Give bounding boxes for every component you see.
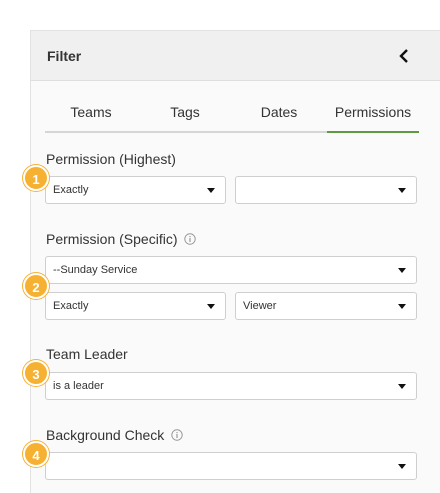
panel-header: Filter — [31, 31, 440, 81]
page-background — [0, 0, 30, 493]
step-badge-3: 3 — [23, 360, 49, 386]
select-value: --Sunday Service — [53, 264, 138, 276]
info-icon[interactable] — [184, 233, 197, 245]
caret-down-icon — [398, 304, 406, 309]
permission-specific-team-select[interactable]: --Sunday Service — [45, 256, 417, 284]
background-check-select[interactable] — [45, 452, 417, 480]
tab-permissions[interactable]: Permissions — [327, 101, 419, 133]
permission-specific-value-select[interactable]: Viewer — [235, 292, 417, 320]
background-check-label-text: Background Check — [46, 427, 165, 443]
caret-down-icon — [398, 464, 406, 469]
info-icon[interactable] — [171, 429, 183, 441]
caret-down-icon — [207, 304, 215, 309]
background-check-label: Background Check — [46, 427, 183, 443]
select-value: is a leader — [53, 380, 104, 392]
tab-tags[interactable]: Tags — [139, 101, 231, 131]
collapse-panel-button[interactable] — [391, 43, 417, 69]
caret-down-icon — [398, 384, 406, 389]
panel-title: Filter — [47, 48, 82, 64]
caret-down-icon — [398, 188, 406, 193]
tab-dates[interactable]: Dates — [233, 101, 325, 131]
filter-tabs: Teams Tags Dates Permissions — [45, 101, 419, 133]
chevron-left-icon — [399, 49, 408, 63]
step-badge-1: 1 — [23, 165, 49, 191]
permission-highest-label: Permission (Highest) — [46, 151, 176, 167]
tab-teams[interactable]: Teams — [45, 101, 137, 131]
filter-panel: Filter Teams Tags Dates Permissions Perm… — [30, 30, 440, 493]
permission-specific-label-text: Permission (Specific) — [46, 231, 178, 247]
step-badge-4: 4 — [23, 441, 49, 467]
permission-highest-operator-select[interactable]: Exactly — [45, 176, 226, 204]
select-value: Exactly — [53, 184, 89, 196]
caret-down-icon — [398, 268, 406, 273]
select-value: Exactly — [53, 300, 89, 312]
permission-specific-label: Permission (Specific) — [46, 231, 197, 247]
caret-down-icon — [207, 188, 215, 193]
step-badge-2: 2 — [23, 273, 49, 299]
team-leader-select[interactable]: is a leader — [45, 372, 417, 400]
team-leader-label: Team Leader — [46, 346, 128, 362]
permission-highest-value-select[interactable] — [235, 176, 417, 204]
permission-specific-operator-select[interactable]: Exactly — [45, 292, 226, 320]
select-value: Viewer — [243, 300, 277, 312]
